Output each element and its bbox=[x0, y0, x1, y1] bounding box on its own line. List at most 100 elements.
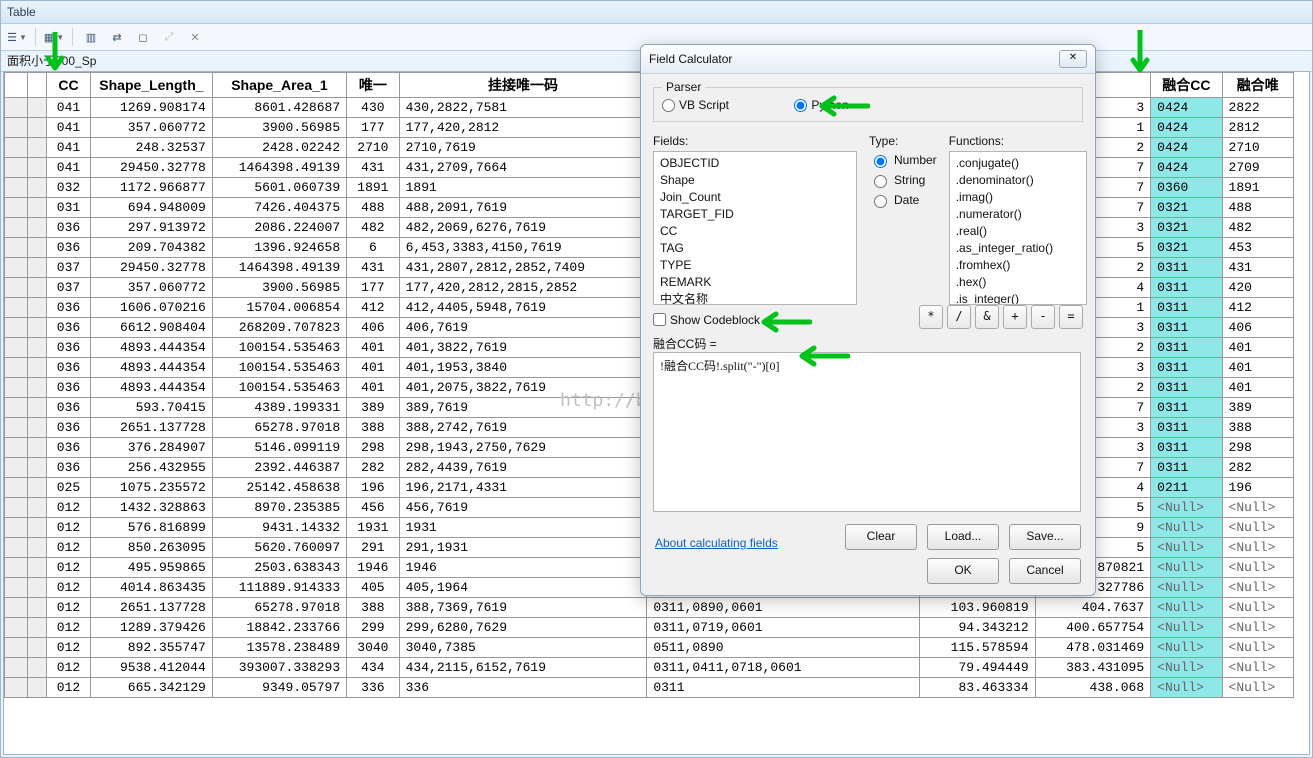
cell-c9[interactable]: 438.068 bbox=[1035, 678, 1150, 698]
field-item[interactable]: 中文名称 bbox=[660, 291, 850, 305]
cell-sarea[interactable]: 1396.924658 bbox=[212, 238, 346, 258]
cell-slen[interactable]: 357.060772 bbox=[91, 278, 213, 298]
type-number-radio[interactable]: Number bbox=[869, 152, 937, 168]
functions-listbox[interactable]: .conjugate().denominator().imag().numera… bbox=[949, 151, 1087, 305]
cell-slen[interactable]: 4893.444354 bbox=[91, 338, 213, 358]
cell-c7[interactable]: 0311,0890,0601 bbox=[647, 598, 920, 618]
cell-ronghe-only[interactable]: 389 bbox=[1222, 398, 1293, 418]
operator-&-button[interactable]: & bbox=[975, 305, 999, 329]
header-shape-area[interactable]: Shape_Area_1 bbox=[212, 73, 346, 98]
cell-only[interactable]: 196 bbox=[347, 478, 399, 498]
cell-ronghe-cc[interactable]: 0311 bbox=[1151, 338, 1222, 358]
function-item[interactable]: .imag() bbox=[956, 189, 1080, 206]
help-link[interactable]: About calculating fields bbox=[655, 536, 778, 550]
cell-only[interactable]: 412 bbox=[347, 298, 399, 318]
cell-sarea[interactable]: 393007.338293 bbox=[212, 658, 346, 678]
cell-c9[interactable]: 400.657754 bbox=[1035, 618, 1150, 638]
cell-cc[interactable]: 036 bbox=[46, 318, 90, 338]
field-item[interactable]: OBJECTID bbox=[660, 155, 850, 172]
function-item[interactable]: .is_integer() bbox=[956, 291, 1080, 305]
cell-ronghe-cc[interactable]: 0311 bbox=[1151, 398, 1222, 418]
cell-link[interactable]: 3040,7385 bbox=[399, 638, 647, 658]
cell-link[interactable]: 177,420,2812,2815,2852 bbox=[399, 278, 647, 298]
row-selector[interactable] bbox=[5, 618, 28, 638]
cell-only[interactable]: 177 bbox=[347, 118, 399, 138]
row-selector[interactable] bbox=[5, 338, 28, 358]
cell-sarea[interactable]: 3900.56985 bbox=[212, 278, 346, 298]
cell-ronghe-cc[interactable]: 0311 bbox=[1151, 378, 1222, 398]
cell-link[interactable]: 456,7619 bbox=[399, 498, 647, 518]
cell-ronghe-cc[interactable]: 0321 bbox=[1151, 198, 1222, 218]
cell-c8[interactable]: 79.494449 bbox=[920, 658, 1035, 678]
cell-ronghe-only[interactable]: 401 bbox=[1222, 338, 1293, 358]
cell-only[interactable]: 282 bbox=[347, 458, 399, 478]
cell-c8[interactable]: 115.578594 bbox=[920, 638, 1035, 658]
cell-cc[interactable]: 031 bbox=[46, 198, 90, 218]
cell-slen[interactable]: 297.913972 bbox=[91, 218, 213, 238]
cell-only[interactable]: 431 bbox=[347, 258, 399, 278]
table-row[interactable]: 0122651.13772865278.97018388388,7369,761… bbox=[5, 598, 1294, 618]
cell-cc[interactable]: 041 bbox=[46, 118, 90, 138]
cell-cc[interactable]: 012 bbox=[46, 598, 90, 618]
cell-sarea[interactable]: 9431.14332 bbox=[212, 518, 346, 538]
row-selector[interactable] bbox=[5, 378, 28, 398]
row-selector[interactable] bbox=[5, 518, 28, 538]
cell-only[interactable]: 389 bbox=[347, 398, 399, 418]
cell-link[interactable]: 177,420,2812 bbox=[399, 118, 647, 138]
cell-slen[interactable]: 1172.966877 bbox=[91, 178, 213, 198]
cell-cc[interactable]: 012 bbox=[46, 558, 90, 578]
expression-textbox[interactable]: !融合CC码!.split("-")[0] bbox=[653, 352, 1081, 512]
row-selector[interactable] bbox=[5, 558, 28, 578]
cell-ronghe-cc[interactable]: 0424 bbox=[1151, 98, 1222, 118]
cell-only[interactable]: 388 bbox=[347, 418, 399, 438]
cell-ronghe-only[interactable]: 401 bbox=[1222, 378, 1293, 398]
cell-slen[interactable]: 694.948009 bbox=[91, 198, 213, 218]
cell-sarea[interactable]: 100154.535463 bbox=[212, 378, 346, 398]
cell-cc[interactable]: 036 bbox=[46, 418, 90, 438]
cell-ronghe-cc[interactable]: <Null> bbox=[1151, 578, 1222, 598]
cell-link[interactable]: 482,2069,6276,7619 bbox=[399, 218, 647, 238]
parser-python-radio[interactable]: Python bbox=[794, 98, 848, 112]
cell-only[interactable]: 6 bbox=[347, 238, 399, 258]
function-item[interactable]: .hex() bbox=[956, 274, 1080, 291]
cell-slen[interactable]: 4893.444354 bbox=[91, 358, 213, 378]
cell-link[interactable]: 401,3822,7619 bbox=[399, 338, 647, 358]
cell-ronghe-cc[interactable]: 0311 bbox=[1151, 298, 1222, 318]
cell-sarea[interactable]: 7426.404375 bbox=[212, 198, 346, 218]
cell-link[interactable]: 1891 bbox=[399, 178, 647, 198]
cancel-button[interactable]: Cancel bbox=[1009, 558, 1081, 584]
row-selector[interactable] bbox=[5, 638, 28, 658]
header-ronghe-only[interactable]: 融合唯 bbox=[1222, 73, 1293, 98]
cell-c7[interactable]: 0311 bbox=[647, 678, 920, 698]
cell-cc[interactable]: 041 bbox=[46, 158, 90, 178]
cell-slen[interactable]: 6612.908404 bbox=[91, 318, 213, 338]
function-item[interactable]: .numerator() bbox=[956, 206, 1080, 223]
cell-link[interactable]: 6,453,3383,4150,7619 bbox=[399, 238, 647, 258]
row-selector[interactable] bbox=[5, 238, 28, 258]
row-selector[interactable] bbox=[5, 198, 28, 218]
cell-link[interactable]: 434,2115,6152,7619 bbox=[399, 658, 647, 678]
cell-only[interactable]: 336 bbox=[347, 678, 399, 698]
cell-only[interactable]: 482 bbox=[347, 218, 399, 238]
cell-cc[interactable]: 036 bbox=[46, 218, 90, 238]
cell-ronghe-only[interactable]: 488 bbox=[1222, 198, 1293, 218]
select-by-attributes-button[interactable]: ▥ bbox=[79, 26, 103, 48]
cell-ronghe-cc[interactable]: <Null> bbox=[1151, 518, 1222, 538]
cell-sarea[interactable]: 2392.446387 bbox=[212, 458, 346, 478]
cell-ronghe-only[interactable]: 388 bbox=[1222, 418, 1293, 438]
cell-only[interactable]: 434 bbox=[347, 658, 399, 678]
cell-ronghe-only[interactable]: 412 bbox=[1222, 298, 1293, 318]
cell-link[interactable]: 405,1964 bbox=[399, 578, 647, 598]
cell-slen[interactable]: 892.355747 bbox=[91, 638, 213, 658]
cell-link[interactable]: 388,7369,7619 bbox=[399, 598, 647, 618]
cell-ronghe-only[interactable]: 482 bbox=[1222, 218, 1293, 238]
row-selector[interactable] bbox=[5, 498, 28, 518]
cell-sarea[interactable]: 100154.535463 bbox=[212, 338, 346, 358]
function-item[interactable]: .fromhex() bbox=[956, 257, 1080, 274]
cell-sarea[interactable]: 65278.97018 bbox=[212, 598, 346, 618]
row-selector[interactable] bbox=[5, 358, 28, 378]
cell-ronghe-cc[interactable]: 0311 bbox=[1151, 438, 1222, 458]
cell-ronghe-cc[interactable]: 0321 bbox=[1151, 238, 1222, 258]
cell-ronghe-cc[interactable]: 0424 bbox=[1151, 158, 1222, 178]
cell-c9[interactable]: 404.7637 bbox=[1035, 598, 1150, 618]
